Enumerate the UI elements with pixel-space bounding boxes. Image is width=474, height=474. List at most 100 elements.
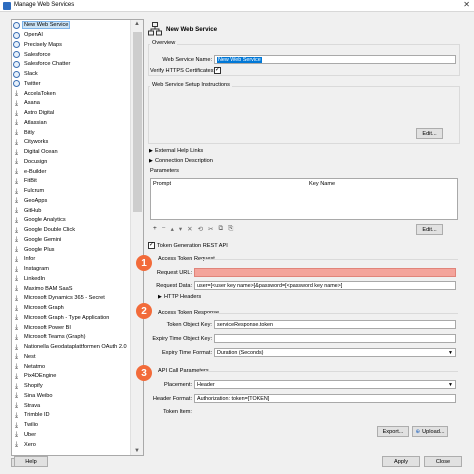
list-item[interactable]: ⤓ Pix4DEngine [13,372,129,381]
list-item[interactable]: ⤓ Shopify [13,382,129,391]
web-service-name-label: Web Service Name: [162,57,212,63]
expiry-time-format-select[interactable]: Duration (Seconds) ▼ [214,348,456,357]
list-item[interactable]: ⤓ Uber [13,431,129,440]
list-item[interactable]: ⤓ GitHub [13,206,129,215]
list-item[interactable]: ⤓ Atlassian [13,119,129,128]
list-item[interactable]: ⤓ Strava [13,401,129,410]
list-item[interactable]: ⤓ Trimble ID [13,411,129,420]
parameters-table[interactable]: Prompt Key Name [150,178,458,220]
list-item[interactable]: ⤓ Infor [13,255,129,264]
token-item-input[interactable] [194,407,456,416]
list-item[interactable]: ⤓ Google Plus [13,245,129,254]
list-item[interactable]: Precisely Maps [13,41,129,50]
web-service-list[interactable]: New Web Service OpenAI Precisely Maps Sales… [11,19,144,456]
list-item[interactable]: Twitter [13,80,129,89]
move-up-icon[interactable]: ▴ [171,225,174,233]
list-item[interactable]: ⤓ Astro Digital [13,109,129,118]
list-item[interactable]: ⤓ Asana [13,99,129,108]
list-item[interactable]: ⤓ Google Gemini [13,236,129,245]
header-format-input[interactable]: Authorization: token=[TOKEN] [194,394,456,403]
delete-icon[interactable]: ✕ [187,225,192,233]
list-item-label: Uber [24,431,37,438]
expand-arrow-icon[interactable]: ▶ [158,294,162,300]
list-item[interactable]: ⤓ Sina Weibo [13,392,129,401]
list-item[interactable]: ⤓ Microsoft Teams (Graph) [13,333,129,342]
external-help-links-section[interactable]: External Help Links [155,148,203,154]
add-parameter-icon[interactable]: + [153,225,157,233]
list-item[interactable]: OpenAI [13,31,129,40]
token-item-label: Token Item: [163,409,192,415]
column-header-prompt[interactable]: Prompt [153,181,171,187]
list-item[interactable]: ⤓ Docusign [13,158,129,167]
request-url-input[interactable] [194,268,456,277]
column-header-key-name[interactable]: Key Name [309,181,335,187]
expand-arrow-icon[interactable]: ▶ [149,158,153,164]
edit-instructions-button[interactable]: Edit... [416,128,443,139]
token-generation-checkbox[interactable]: ✓ [148,242,155,249]
download-icon: ⤓ [14,255,19,263]
list-item[interactable]: ⤓ GeoApps [13,197,129,206]
move-down-icon[interactable]: ▾ [179,225,182,233]
verify-https-label: Verify HTTPS Certificates: [150,68,215,74]
verify-https-checkbox[interactable]: ✓ [214,67,221,74]
list-item[interactable]: ⤓ Cityworks [13,138,129,147]
connection-description-section[interactable]: Connection Description [155,158,213,164]
help-button[interactable]: Help [14,456,48,467]
list-item[interactable]: ⤓ LinkedIn [13,275,129,284]
list-item[interactable]: ⤓ Nest [13,353,129,362]
copy-icon[interactable]: ⧉ [218,225,223,233]
list-scrollbar[interactable]: ▲ ▼ [130,20,143,455]
list-item[interactable]: ⤓ Xero [13,440,129,449]
expiry-time-object-key-input[interactable] [214,334,456,343]
list-item[interactable]: Salesforce Chatter [13,60,129,69]
list-item[interactable]: ⤓ Twilio [13,421,129,430]
globe-icon [13,41,20,49]
edit-parameters-button[interactable]: Edit... [416,224,443,235]
list-item[interactable]: ⤓ Nationella Geodataplattformen OAuth 2.0 [13,343,129,352]
scroll-down-icon[interactable]: ▼ [134,448,140,454]
remove-parameter-icon[interactable]: − [162,225,166,233]
export-button[interactable]: Export... [377,426,409,437]
undo-icon[interactable]: ⟲ [198,225,203,233]
apply-button[interactable]: Apply [382,456,420,467]
list-item[interactable]: ⤓ Microsoft Graph [13,304,129,313]
placement-select[interactable]: Header ▼ [194,380,456,389]
scroll-up-icon[interactable]: ▲ [134,21,140,27]
placement-label: Placement: [164,382,192,388]
list-item[interactable]: ⤓ Instagram [13,265,129,274]
list-item[interactable]: New Web Service [13,21,129,30]
expand-arrow-icon[interactable]: ▶ [149,148,153,154]
list-item[interactable]: ⤓ e-Builder [13,167,129,176]
list-item[interactable]: ⤓ Google Double Click [13,226,129,235]
token-object-key-input[interactable]: serviceResponse.token [214,320,456,329]
http-headers-section[interactable]: HTTP Headers [164,294,201,300]
list-item[interactable]: Salesforce [13,50,129,59]
list-item-label: Microsoft Dynamics 365 - Secret [24,295,105,302]
list-item[interactable]: ⤓ Digital Ocean [13,148,129,157]
cut-icon[interactable]: ✂ [208,225,213,233]
list-item[interactable]: ⤓ Microsoft Power BI [13,323,129,332]
scrollbar-thumb[interactable] [133,32,142,212]
close-button[interactable]: Close [424,456,462,467]
list-item[interactable]: ⤓ Microsoft Graph - Type Application [13,314,129,323]
list-item[interactable]: ⤓ AccelaToken [13,89,129,98]
download-icon: ⤓ [14,207,19,215]
list-item[interactable]: ⤓ Fulcrum [13,187,129,196]
token-generation-label: Token Generation REST API [157,243,228,249]
web-service-name-input[interactable]: New Web Service [214,55,456,64]
request-data-input[interactable]: user=[<user key name>]&password=[<passwo… [194,281,456,290]
list-item[interactable]: ⤓ Bitly [13,128,129,137]
list-item[interactable]: ⤓ Google Analytics [13,216,129,225]
close-window-icon[interactable]: ✕ [463,0,470,9]
list-item[interactable]: Slack [13,70,129,79]
list-item[interactable]: ⤓ Microsoft Dynamics 365 - Secret [13,294,129,303]
paste-icon[interactable]: ⎘ [228,225,233,233]
list-item-label: Netatmo [24,363,46,370]
list-item[interactable]: ⤓ Netatmo [13,362,129,371]
divider [206,313,458,314]
upload-button[interactable]: ⊕ Upload... [412,426,448,437]
header-format-label: Header Format: [152,396,192,402]
list-item[interactable]: ⤓ FitBit [13,177,129,186]
list-item[interactable]: ⤓ Maximo BAM SaaS [13,284,129,293]
globe-icon [13,60,20,68]
